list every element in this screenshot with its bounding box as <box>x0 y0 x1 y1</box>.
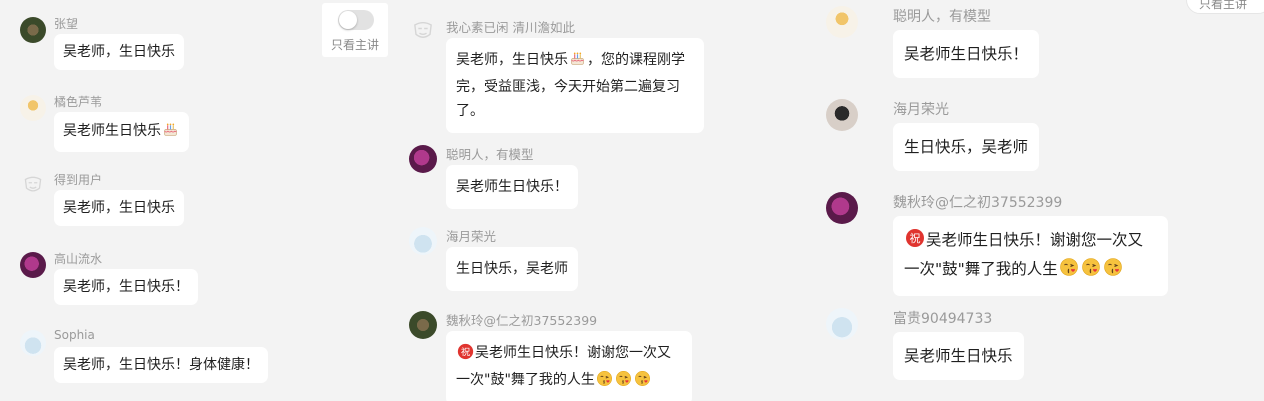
commenter-name[interactable]: 魏秋玲@仁之初37552399 <box>893 192 1062 212</box>
commenter-name[interactable]: 聪明人，有模型 <box>446 144 534 163</box>
commenter-name[interactable]: 海月荣光 <box>893 99 949 119</box>
user-avatar[interactable] <box>826 99 858 131</box>
blessing-badge-text: 祝 <box>461 346 471 358</box>
toggle-switch[interactable] <box>338 10 374 30</box>
user-avatar[interactable] <box>409 311 437 339</box>
host-only-chip[interactable]: 只看主讲 <box>1186 0 1264 14</box>
comment-bubble: 吴老师，生日快乐 ，您的课程刚学完，受益匪浅，今天开始第二遍复习了。 <box>446 38 704 133</box>
comment-text: 吴老师生日快乐！ <box>904 45 1029 63</box>
comment-text: 吴老师生日快乐 <box>904 347 1013 365</box>
comment-text: 吴老师，生日快乐 <box>63 44 175 60</box>
user-avatar[interactable] <box>20 252 46 278</box>
user-avatar[interactable] <box>826 6 858 38</box>
commenter-name[interactable]: Sophia <box>54 328 95 342</box>
user-avatar[interactable] <box>826 192 858 224</box>
comment-bubble: 生日快乐，吴老师 <box>893 123 1040 171</box>
comment-bubble: 生日快乐，吴老师 <box>446 247 578 291</box>
user-avatar[interactable] <box>409 18 437 46</box>
user-avatar[interactable] <box>826 308 858 340</box>
commenter-name[interactable]: 我心素已闲 清川澹如此 <box>446 17 575 36</box>
user-avatar[interactable] <box>409 227 437 255</box>
user-avatar[interactable] <box>20 17 46 43</box>
kissing-face-icon <box>634 370 651 395</box>
blessing-badge-text: 祝 <box>910 231 921 245</box>
birthday-cake-icon <box>162 121 179 143</box>
comment-text: 生日快乐，吴老师 <box>904 138 1029 156</box>
comment-column-right: 聪明人，有模型吴老师生日快乐！ 海月荣光生日快乐，吴老师魏秋玲@仁之初375523… <box>800 0 1264 401</box>
commenter-name[interactable]: 魏秋玲@仁之初37552399 <box>446 310 597 329</box>
commenter-name[interactable]: 橘色芦苇 <box>54 93 102 110</box>
comment-text: 吴老师，生日快乐！ <box>63 279 189 295</box>
comment-bubble: 吴老师生日快乐 <box>893 332 1024 380</box>
user-avatar[interactable] <box>20 95 46 121</box>
user-avatar[interactable] <box>20 173 46 199</box>
comment-bubble: 吴老师，生日快乐！身体健康！ <box>54 347 268 383</box>
default-avatar-icon <box>414 21 432 38</box>
comment-text: 吴老师，生日快乐 <box>456 52 568 68</box>
comment-column-middle: 我心素已闲 清川澹如此吴老师，生日快乐 ，您的课程刚学完，受益匪浅，今天开始第二遍… <box>322 0 714 401</box>
host-only-toggle[interactable]: 只看主讲 <box>322 3 388 57</box>
comment-bubble: 吴老师生日快乐！ <box>893 30 1040 78</box>
comment-bubble: 祝吴老师生日快乐！谢谢您一次又一次"鼓"舞了我的人生 <box>893 216 1168 296</box>
commenter-name[interactable]: 张望 <box>54 15 78 32</box>
blessing-badge-icon: 祝 <box>457 343 474 368</box>
comment-bubble: 祝吴老师生日快乐！谢谢您一次又一次"鼓"舞了我的人生 <box>446 331 692 401</box>
toggle-knob <box>339 11 357 29</box>
toggle-label: 只看主讲 <box>330 38 379 52</box>
kissing-face-icon <box>615 370 632 395</box>
commenter-name[interactable]: 聪明人，有模型 <box>893 6 991 26</box>
commenter-name[interactable]: 富贵90494733 <box>893 308 992 328</box>
comment-text: 吴老师生日快乐！ <box>456 179 568 195</box>
comment-text: 吴老师，生日快乐 <box>63 200 175 216</box>
comment-text: 吴老师生日快乐 <box>63 123 161 139</box>
comment-bubble: 吴老师，生日快乐 <box>54 34 184 70</box>
comment-bubble: 吴老师，生日快乐 <box>54 190 184 226</box>
birthday-cake-icon <box>569 50 586 75</box>
default-avatar-icon <box>24 176 42 192</box>
commenter-name[interactable]: 得到用户 <box>54 171 102 188</box>
user-avatar[interactable] <box>409 145 437 173</box>
kissing-face-icon <box>1059 257 1079 285</box>
comment-text: 吴老师，生日快乐！身体健康！ <box>63 357 259 373</box>
kissing-face-icon <box>596 370 613 395</box>
comment-bubble: 吴老师，生日快乐！ <box>54 269 198 305</box>
comment-bubble: 吴老师生日快乐！ <box>446 165 578 209</box>
comment-column-left: 张望 吴老师，生日快乐 橘色芦苇 吴老师生日快乐 得到用户 吴老师，生日快乐 高山流水 吴老师… <box>0 0 320 401</box>
kissing-face-icon <box>1081 257 1101 285</box>
commenter-name[interactable]: 高山流水 <box>54 250 102 267</box>
user-avatar[interactable] <box>20 330 46 356</box>
blessing-badge-icon: 祝 <box>905 228 925 256</box>
commenter-name[interactable]: 海月荣光 <box>446 226 496 245</box>
kissing-face-icon <box>1103 257 1123 285</box>
comment-bubble: 吴老师生日快乐 <box>54 112 189 152</box>
comment-text: 生日快乐，吴老师 <box>456 261 568 277</box>
